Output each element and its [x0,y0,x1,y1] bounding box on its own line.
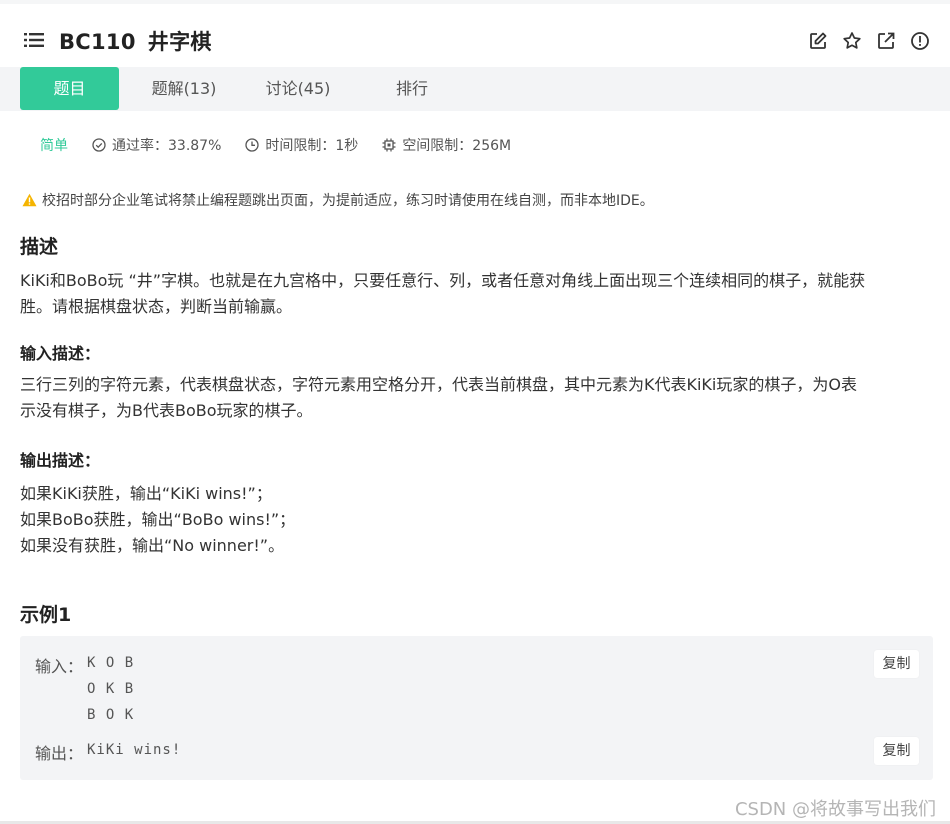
problem-title: 井字棋 [147,30,212,54]
time-limit: 时间限制：1秒 [265,138,359,154]
output-label: 输出： [35,744,84,763]
clock-icon [245,138,260,152]
check-circle-icon [92,138,106,152]
input-code[interactable]: K O BO K BB O K [87,650,134,728]
difficulty-badge: 简单 [40,138,68,154]
input-desc-text: 三行三列的字符元素，代表棋盘状态，字符元素用空格分开，代表当前棋盘，其中元素为K… [20,375,857,420]
example-box: 输入： K O BO K BB O K 复制 输出： KiKi wins! 复制 [20,636,933,780]
problem-id: BC110 [59,30,136,54]
watermark: CSDN @将故事写出我们 [734,799,936,820]
notice-banner: 校招时部分企业笔试将禁止编程题跳出页面，为提前适应，练习时请使用在线自测，而非本… [22,190,654,210]
description-heading: 描述 [20,236,59,258]
notice-text: 校招时部分企业笔试将禁止编程题跳出页面，为提前适应，练习时请使用在线自测，而非本… [42,193,654,209]
output-desc-heading: 输出描述： [20,451,101,470]
share-icon[interactable] [876,31,896,51]
output-desc-text: 如果KiKi获胜，输出“KiKi wins!”； 如果BoBo获胜，输出“BoB… [20,484,296,555]
edit-icon[interactable] [808,31,828,51]
tab-bar: 题目 题解(13) 讨论(45) 排行 [0,67,950,111]
warning-icon [22,193,37,207]
chip-icon [382,138,396,152]
page-title: BC110 井字棋 [59,26,212,56]
input-label: 输入： [35,657,84,676]
input-desc-heading: 输入描述： [20,344,101,363]
tab-solutions[interactable]: 题解(13) [134,67,234,110]
problem-meta: 简单 通过率：33.87% 时间限制：1秒 空间限制：256M [40,135,535,155]
pass-rate: 通过率：33.87% [112,138,222,154]
example-heading: 示例1 [20,604,72,626]
problem-page: BC110 井字棋 题目 题解(13) 讨论(45) 排行 简单 通过率：33.… [0,4,950,822]
output-code[interactable]: KiKi wins! [87,737,181,763]
header: BC110 井字棋 [0,4,950,68]
menu-icon[interactable] [24,32,44,48]
copy-output-button[interactable]: 复制 [874,737,919,765]
tab-discussion[interactable]: 讨论(45) [248,67,348,110]
tab-problem[interactable]: 题目 [20,67,119,110]
report-icon[interactable] [910,31,930,51]
space-limit: 空间限制：256M [402,138,512,154]
tab-ranking[interactable]: 排行 [362,67,462,110]
description-text: KiKi和BoBo玩 “井”字棋。也就是在九宫格中，只要任意行、列，或者任意对角… [20,271,866,316]
star-icon[interactable] [842,31,862,51]
copy-input-button[interactable]: 复制 [874,650,919,678]
